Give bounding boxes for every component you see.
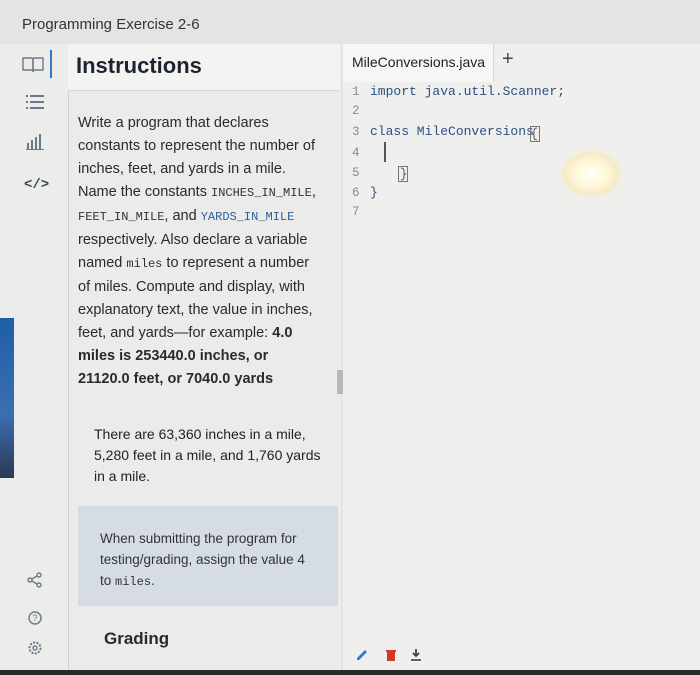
grading-heading[interactable]: Grading [104, 629, 169, 649]
note-variable-miles: miles [115, 575, 152, 589]
note-period: . [151, 573, 155, 588]
line-number: 7 [352, 205, 360, 219]
settings-icon[interactable] [24, 640, 46, 662]
variable-miles: miles [126, 257, 163, 271]
line-number: 3 [352, 125, 360, 139]
code-line[interactable]: } [370, 185, 378, 200]
line-number: 4 [352, 146, 360, 160]
line-number: 1 [352, 85, 360, 99]
window-title: Programming Exercise 2-6 [22, 16, 200, 33]
screen-bezel [0, 670, 700, 675]
screen-glare [560, 150, 622, 198]
code-line[interactable]: import java.util.Scanner; [370, 84, 565, 99]
chart-icon[interactable] [24, 134, 46, 156]
pencil-icon[interactable] [356, 648, 368, 664]
matching-brace-highlight [398, 166, 408, 182]
instructions-paragraph-2: There are 63,360 inches in a mile, 5,280… [94, 426, 321, 484]
constant-yards: YARDS_IN_MILE [200, 210, 295, 224]
page-title: Instructions [76, 53, 202, 78]
note-text: When submitting the program for testing/… [100, 528, 315, 593]
panel-divider [50, 50, 52, 78]
line-number: 2 [352, 104, 360, 118]
help-icon[interactable]: ? [24, 610, 46, 632]
code-line[interactable]: class MileConversions [370, 124, 542, 139]
matching-brace-highlight [530, 126, 540, 142]
tab-label[interactable]: MileConversions.java [352, 54, 485, 70]
share-icon[interactable] [24, 572, 46, 594]
text-cursor [384, 142, 386, 162]
book-icon[interactable] [22, 56, 44, 73]
instructions-text: Write a program that declares constants … [78, 112, 318, 391]
comma: , [311, 184, 316, 200]
background-desktop-strip [0, 318, 14, 478]
and-word: and [172, 208, 197, 224]
line-number: 5 [352, 166, 360, 180]
constant-feet: FEET_IN_MILE [78, 210, 165, 224]
list-icon[interactable] [24, 94, 46, 116]
trash-icon[interactable] [386, 648, 396, 664]
svg-text:?: ? [32, 613, 37, 623]
line-number: 6 [352, 186, 360, 200]
download-icon[interactable] [410, 648, 422, 664]
add-tab-button[interactable]: + [502, 48, 514, 71]
code-icon[interactable]: </> [24, 174, 49, 196]
comma: , [164, 208, 169, 224]
constant-inches: INCHES_IN_MILE [211, 186, 312, 200]
